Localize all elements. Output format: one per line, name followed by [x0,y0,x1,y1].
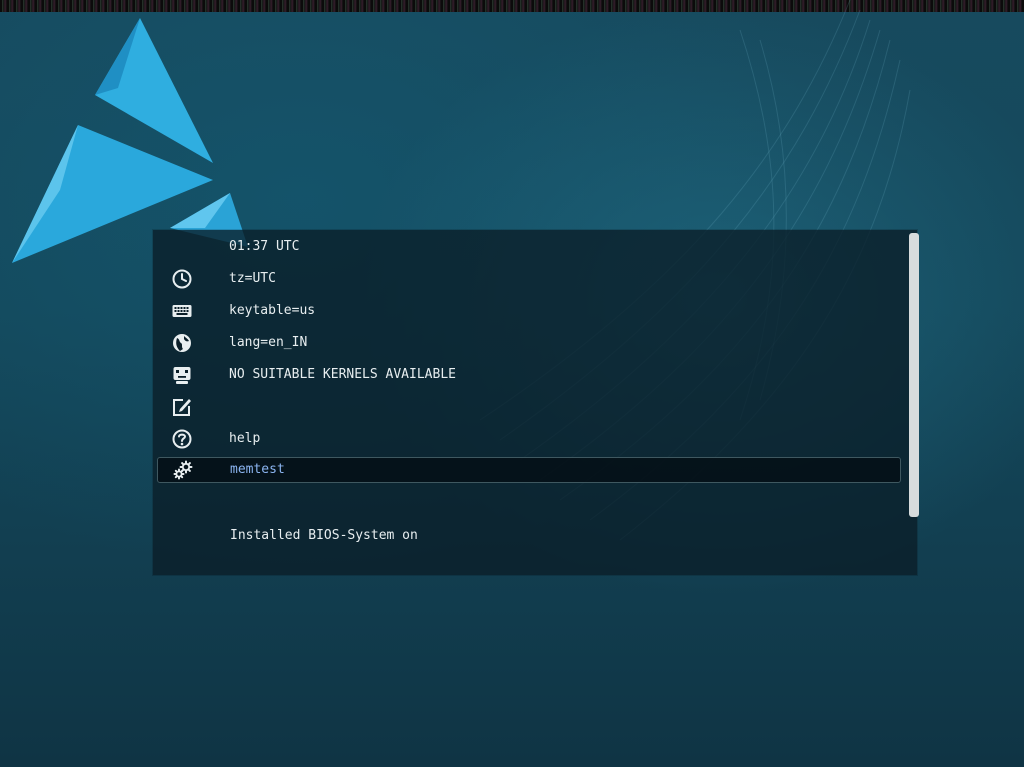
menu-item-label: help [229,431,261,446]
globe-icon [171,332,193,354]
menu-item-memtest[interactable]: memtest [157,457,901,483]
menu-item-edit[interactable] [153,391,903,423]
status-text: Installed BIOS-System on [230,528,418,543]
menu-item-label: tz=UTC [229,271,276,286]
boot-menu-panel: 01:37 UTC tz=UTC keytable=us lang=en_IN … [153,230,919,575]
menu-item-timezone[interactable]: tz=UTC [153,263,903,295]
menu-item-help[interactable]: help [153,423,903,455]
menu-item-keytable[interactable]: keytable=us [153,295,903,327]
menu-item-label: memtest [230,462,285,477]
keyboard-icon [171,300,193,322]
menu-item-label: lang=en_IN [229,335,308,350]
gears-icon [172,459,194,481]
logo-icon [12,18,248,263]
monitor-icon [171,364,193,386]
menu-item-label: NO SUITABLE KERNELS AVAILABLE [229,367,456,382]
scrollbar[interactable] [909,233,919,517]
help-icon [171,428,193,450]
edit-icon [171,396,193,418]
menu-item-kernels[interactable]: NO SUITABLE KERNELS AVAILABLE [153,359,903,391]
clock-row: 01:37 UTC [153,231,903,263]
clock-icon [171,268,193,290]
clock-label: 01:37 UTC [229,239,300,254]
menu-item-label: keytable=us [229,303,316,318]
menu-item-language[interactable]: lang=en_IN [153,327,903,359]
